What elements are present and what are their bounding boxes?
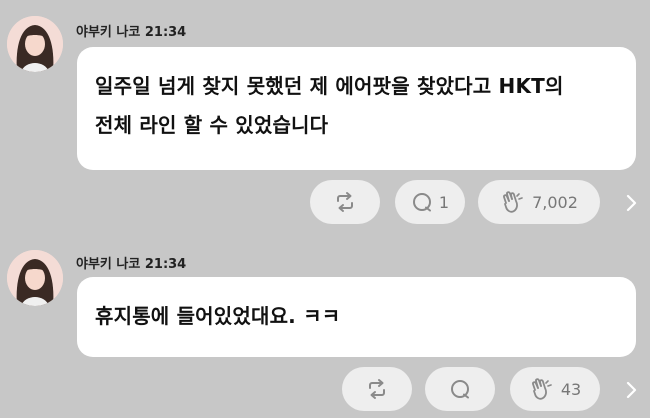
clap-button[interactable]: 7,002 <box>478 180 600 224</box>
repost-icon <box>369 379 385 399</box>
sender-name: 야부키 나코 21:34 <box>76 257 187 272</box>
clap-count: 43 <box>560 379 582 399</box>
comment-icon <box>412 193 431 212</box>
comment-button[interactable]: 1 <box>395 180 465 224</box>
clap-count: 7,002 <box>532 192 578 212</box>
repost-icon <box>337 192 353 212</box>
message-bubble: 일주일 넘게 찾지 못했던 제 에어팟을 찾았다고 HKT의 전체 라인 할 수… <box>77 47 636 170</box>
chevron-right-icon[interactable] <box>622 380 642 400</box>
repost-button[interactable] <box>342 367 412 411</box>
avatar-photo-icon <box>7 250 63 306</box>
clap-icon <box>503 191 523 213</box>
clap-button[interactable]: 43 <box>510 367 600 411</box>
avatar-photo-icon <box>7 16 63 72</box>
clap-icon <box>531 378 552 400</box>
message-text: 휴지통에 들어있었대요. ㅋㅋ <box>95 304 341 328</box>
message-bubble: 휴지통에 들어있었대요. ㅋㅋ <box>77 277 636 357</box>
sender-name: 야부키 나코 21:34 <box>76 25 187 40</box>
chevron-right-icon[interactable] <box>622 193 642 213</box>
message-text: 일주일 넘게 찾지 못했던 제 에어팟을 찾았다고 HKT의 전체 라인 할 수… <box>95 74 564 137</box>
avatar[interactable] <box>7 250 63 306</box>
comment-count: 1 <box>438 192 450 212</box>
avatar[interactable] <box>7 16 63 72</box>
comment-icon <box>451 380 469 399</box>
repost-button[interactable] <box>310 180 380 224</box>
comment-button[interactable] <box>425 367 495 411</box>
